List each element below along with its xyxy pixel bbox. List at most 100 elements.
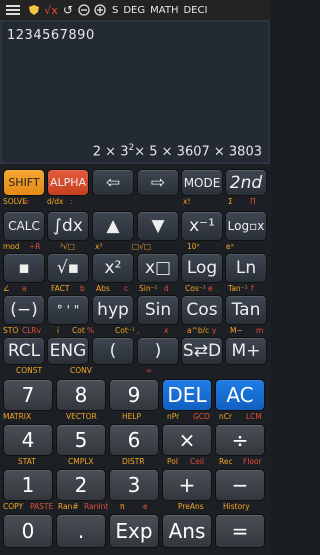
key-secondary-label: Ceil bbox=[190, 457, 205, 466]
plus-button[interactable]: + bbox=[162, 469, 212, 501]
two-button[interactable]: 2 bbox=[56, 469, 106, 501]
result-part-1: 2 × 3 bbox=[92, 144, 129, 159]
key-secondary-label: Cot⁻¹ bbox=[115, 326, 135, 335]
eight-button[interactable]: 8 bbox=[56, 379, 106, 411]
sin-button[interactable]: Sin bbox=[137, 295, 179, 325]
plus-icon bbox=[92, 4, 108, 16]
key-secondary-label: CONST bbox=[16, 366, 43, 375]
key-secondary-label: % bbox=[87, 326, 95, 335]
calc-button[interactable]: CALC bbox=[3, 211, 45, 241]
cycle-icon: ↺ bbox=[62, 3, 74, 17]
exp-button[interactable]: Exp bbox=[109, 514, 159, 548]
divide-button[interactable]: ÷ bbox=[215, 424, 265, 456]
result-text: 2 × 32× 5 × 3607 × 3803 bbox=[93, 143, 262, 159]
minus-icon bbox=[76, 4, 92, 16]
key-secondary-label: Tan⁻¹ bbox=[228, 284, 248, 293]
ac-button[interactable]: AC bbox=[215, 379, 265, 411]
key-secondary-label: STAT bbox=[18, 457, 36, 466]
key-secondary-label: ∞ bbox=[146, 366, 153, 375]
key-secondary-label: e bbox=[208, 284, 213, 293]
key-secondary-label: History bbox=[223, 502, 250, 511]
key-secondary-label: □√□ bbox=[132, 242, 151, 251]
hyp-button[interactable]: hyp bbox=[92, 295, 134, 325]
menu-icon[interactable] bbox=[0, 0, 26, 20]
integral-button[interactable]: ∫dx bbox=[47, 211, 89, 241]
key-secondary-label: PreAns bbox=[178, 502, 204, 511]
tan-button[interactable]: Tan bbox=[225, 295, 267, 325]
key-secondary-label: eˣ bbox=[226, 242, 234, 251]
sqrt-button[interactable]: √▪ bbox=[47, 253, 89, 283]
m-plus-button[interactable]: M+ bbox=[225, 337, 267, 365]
left-button[interactable]: ⇦ bbox=[92, 169, 134, 196]
open-paren-button[interactable]: ( bbox=[92, 337, 134, 365]
log-button[interactable]: Log bbox=[181, 253, 223, 283]
decimal-button[interactable]: . bbox=[56, 514, 106, 548]
right-button[interactable]: ⇨ bbox=[137, 169, 179, 196]
shield-icon bbox=[26, 4, 42, 16]
key-secondary-label: 10ˣ bbox=[187, 242, 200, 251]
expression-text: 1234567890 bbox=[7, 28, 95, 43]
del-button[interactable]: DEL bbox=[162, 379, 212, 411]
mode-math: MATH bbox=[150, 4, 179, 16]
key-secondary-label: HELP bbox=[122, 412, 142, 421]
key-secondary-label: f bbox=[251, 284, 254, 293]
key-secondary-label: Pol bbox=[167, 457, 178, 466]
key-secondary-label: y bbox=[212, 326, 217, 335]
display-screen[interactable]: 1234567890 2 × 32× 5 × 3607 × 3803 bbox=[0, 20, 270, 164]
ans-button[interactable]: Ans bbox=[162, 514, 212, 548]
three-button[interactable]: 3 bbox=[109, 469, 159, 501]
seven-button[interactable]: 7 bbox=[3, 379, 53, 411]
key-secondary-label: π bbox=[120, 502, 125, 511]
key-secondary-label: i bbox=[57, 326, 60, 335]
second-button[interactable]: 2nd bbox=[225, 169, 267, 196]
key-secondary-label: m bbox=[256, 326, 264, 335]
key-secondary-label: : bbox=[70, 197, 73, 206]
key-secondary-label: Ran# bbox=[58, 502, 79, 511]
inverse-button[interactable]: x⁻¹ bbox=[181, 211, 223, 241]
equals-button[interactable]: = bbox=[215, 514, 265, 548]
key-secondary-label: b bbox=[80, 284, 85, 293]
s-d-button[interactable]: S⇄D bbox=[181, 337, 223, 365]
eng-button[interactable]: ENG bbox=[47, 337, 89, 365]
four-button[interactable]: 4 bbox=[3, 424, 53, 456]
down-button[interactable]: ▼ bbox=[137, 211, 179, 241]
log-base-button[interactable]: Log▫x bbox=[225, 211, 267, 241]
key-secondary-label: MATRIX bbox=[3, 412, 32, 421]
fraction-button[interactable]: ▪ bbox=[3, 253, 45, 283]
zero-button[interactable]: 0 bbox=[3, 514, 53, 548]
up-button[interactable]: ▲ bbox=[92, 211, 134, 241]
key-secondary-label: Cos⁻¹ bbox=[185, 284, 206, 293]
five-button[interactable]: 5 bbox=[56, 424, 106, 456]
negative-button[interactable]: (−) bbox=[3, 295, 45, 325]
key-secondary-label: Cot bbox=[72, 326, 85, 335]
key-secondary-label: mod bbox=[3, 242, 20, 251]
ln-button[interactable]: Ln bbox=[225, 253, 267, 283]
nine-button[interactable]: 9 bbox=[109, 379, 159, 411]
degree-button[interactable]: ° ' " bbox=[47, 295, 89, 325]
key-secondary-label: = bbox=[23, 197, 30, 206]
key-secondary-label: c bbox=[124, 284, 129, 293]
mode-s: S bbox=[112, 4, 119, 16]
key-secondary-label: RanInt bbox=[84, 502, 109, 511]
key-secondary-label: Rec bbox=[219, 457, 233, 466]
mode-button[interactable]: MODE bbox=[181, 169, 223, 196]
power-button[interactable]: x□ bbox=[137, 253, 179, 283]
minus-button[interactable]: − bbox=[215, 469, 265, 501]
key-secondary-label: a bbox=[22, 284, 27, 293]
key-secondary-label: nCr bbox=[219, 412, 233, 421]
key-secondary-label: GCD bbox=[193, 412, 210, 421]
multiply-button[interactable]: × bbox=[162, 424, 212, 456]
one-button[interactable]: 1 bbox=[3, 469, 53, 501]
close-paren-button[interactable]: ) bbox=[137, 337, 179, 365]
key-secondary-label: e bbox=[143, 502, 148, 511]
cos-button[interactable]: Cos bbox=[181, 295, 223, 325]
rcl-button[interactable]: RCL bbox=[3, 337, 45, 365]
key-secondary-label: CONV bbox=[70, 366, 92, 375]
mode-deci: DECI bbox=[183, 4, 208, 16]
alpha-button[interactable]: ALPHA bbox=[47, 169, 89, 196]
six-button[interactable]: 6 bbox=[109, 424, 159, 456]
shift-button[interactable]: SHIFT bbox=[3, 169, 45, 196]
square-button[interactable]: x² bbox=[92, 253, 134, 283]
key-secondary-label: Sin⁻¹ bbox=[139, 284, 158, 293]
key-secondary-label: PASTE bbox=[30, 502, 54, 511]
